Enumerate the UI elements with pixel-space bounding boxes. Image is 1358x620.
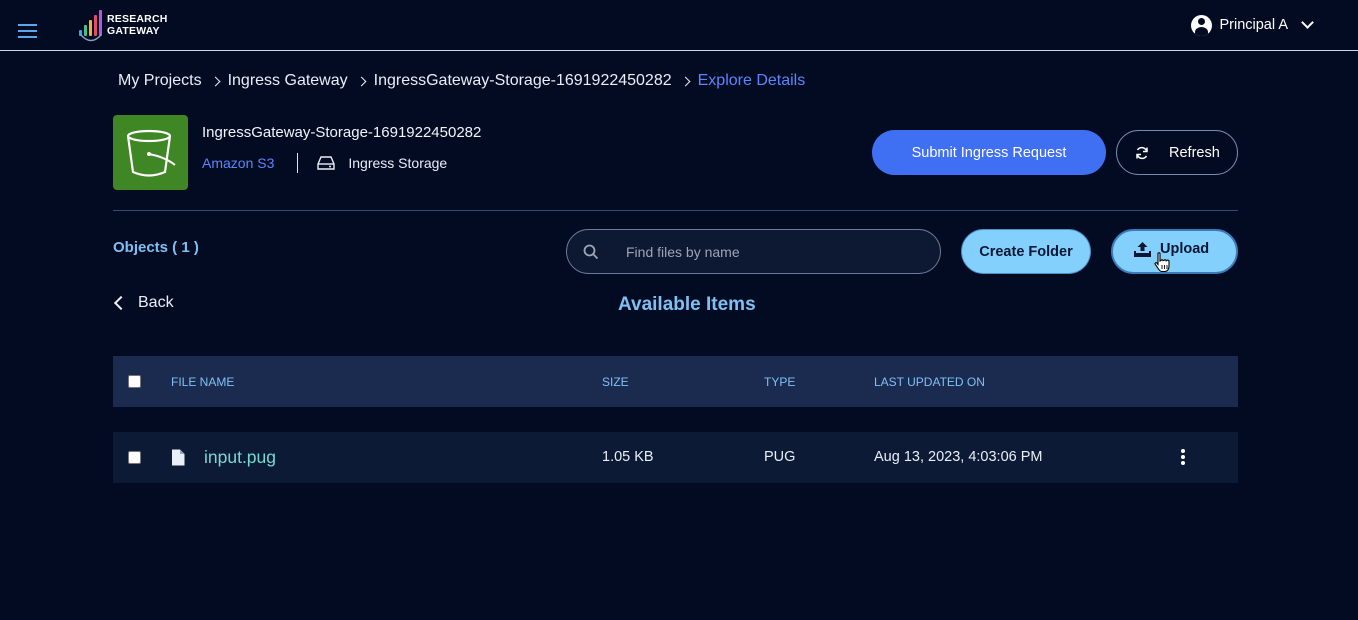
table-row: input.pug 1.05 KB PUG Aug 13, 2023, 4:03…	[113, 432, 1238, 483]
back-button[interactable]: Back	[113, 294, 174, 312]
upload-icon	[1134, 241, 1151, 257]
user-menu[interactable]: Principal A	[1191, 12, 1314, 38]
search-box	[566, 229, 941, 274]
refresh-button[interactable]: Refresh	[1116, 130, 1238, 175]
drive-icon	[317, 156, 336, 170]
file-icon	[172, 449, 185, 466]
logo-line-1: RESEARCH	[107, 13, 168, 25]
chevron-down-icon	[1301, 16, 1314, 29]
back-label: Back	[138, 294, 174, 311]
logo-text: RESEARCH GATEWAY	[107, 13, 168, 37]
section-title: Available Items	[618, 294, 756, 315]
breadcrumb-separator-icon	[680, 76, 691, 86]
user-name: Principal A	[1219, 17, 1288, 33]
back-chevron-icon	[113, 295, 129, 311]
kebab-menu-icon[interactable]	[1181, 449, 1185, 467]
search-icon	[583, 244, 599, 259]
file-type: PUG	[764, 449, 796, 465]
column-last-updated[interactable]: LAST UPDATED ON	[874, 375, 985, 389]
logo-icon	[78, 10, 104, 44]
app-logo[interactable]: RESEARCH GATEWAY	[78, 10, 178, 44]
objects-count: Objects ( 1 )	[113, 239, 199, 256]
resource-type-link[interactable]: Amazon S3	[202, 155, 274, 171]
breadcrumb-separator-icon	[210, 76, 221, 86]
column-type[interactable]: TYPE	[764, 375, 795, 389]
upload-button[interactable]: Upload	[1111, 229, 1238, 274]
resource-subtype: Ingress Storage	[348, 155, 448, 171]
breadcrumb-my-projects[interactable]: My Projects	[118, 72, 202, 90]
table-header: FILE NAME SIZE TYPE LAST UPDATED ON	[113, 356, 1238, 407]
breadcrumb-ingress-gateway[interactable]: Ingress Gateway	[228, 72, 348, 90]
resource-meta: Amazon S3 Ingress Storage	[202, 153, 447, 173]
breadcrumb-storage[interactable]: IngressGateway-Storage-1691922450282	[374, 72, 672, 90]
column-size[interactable]: SIZE	[602, 375, 629, 389]
breadcrumb-separator-icon	[356, 76, 367, 86]
submit-ingress-request-button[interactable]: Submit Ingress Request	[872, 130, 1106, 175]
refresh-label: Refresh	[1169, 144, 1220, 161]
bucket-icon	[113, 115, 188, 190]
section-divider	[113, 210, 1238, 211]
file-updated: Aug 13, 2023, 4:03:06 PM	[874, 449, 1043, 465]
file-name-link[interactable]: input.pug	[204, 447, 276, 468]
divider	[297, 153, 299, 173]
column-file-name[interactable]: FILE NAME	[171, 375, 234, 389]
create-folder-button[interactable]: Create Folder	[961, 229, 1091, 274]
breadcrumb-explore-details: Explore Details	[697, 72, 806, 89]
search-input[interactable]	[626, 243, 906, 260]
top-bar: RESEARCH GATEWAY Principal A	[0, 0, 1358, 51]
file-size: 1.05 KB	[602, 449, 654, 465]
resource-title: IngressGateway-Storage-1691922450282	[202, 124, 482, 141]
user-icon	[1191, 14, 1213, 36]
refresh-icon	[1136, 146, 1148, 159]
breadcrumb: My Projects Ingress Gateway IngressGatew…	[118, 72, 805, 90]
logo-line-2: GATEWAY	[107, 25, 160, 37]
select-all-checkbox[interactable]	[128, 375, 141, 388]
row-checkbox[interactable]	[128, 451, 141, 464]
pointer-cursor-icon	[1154, 252, 1170, 273]
hamburger-icon[interactable]	[18, 24, 38, 40]
